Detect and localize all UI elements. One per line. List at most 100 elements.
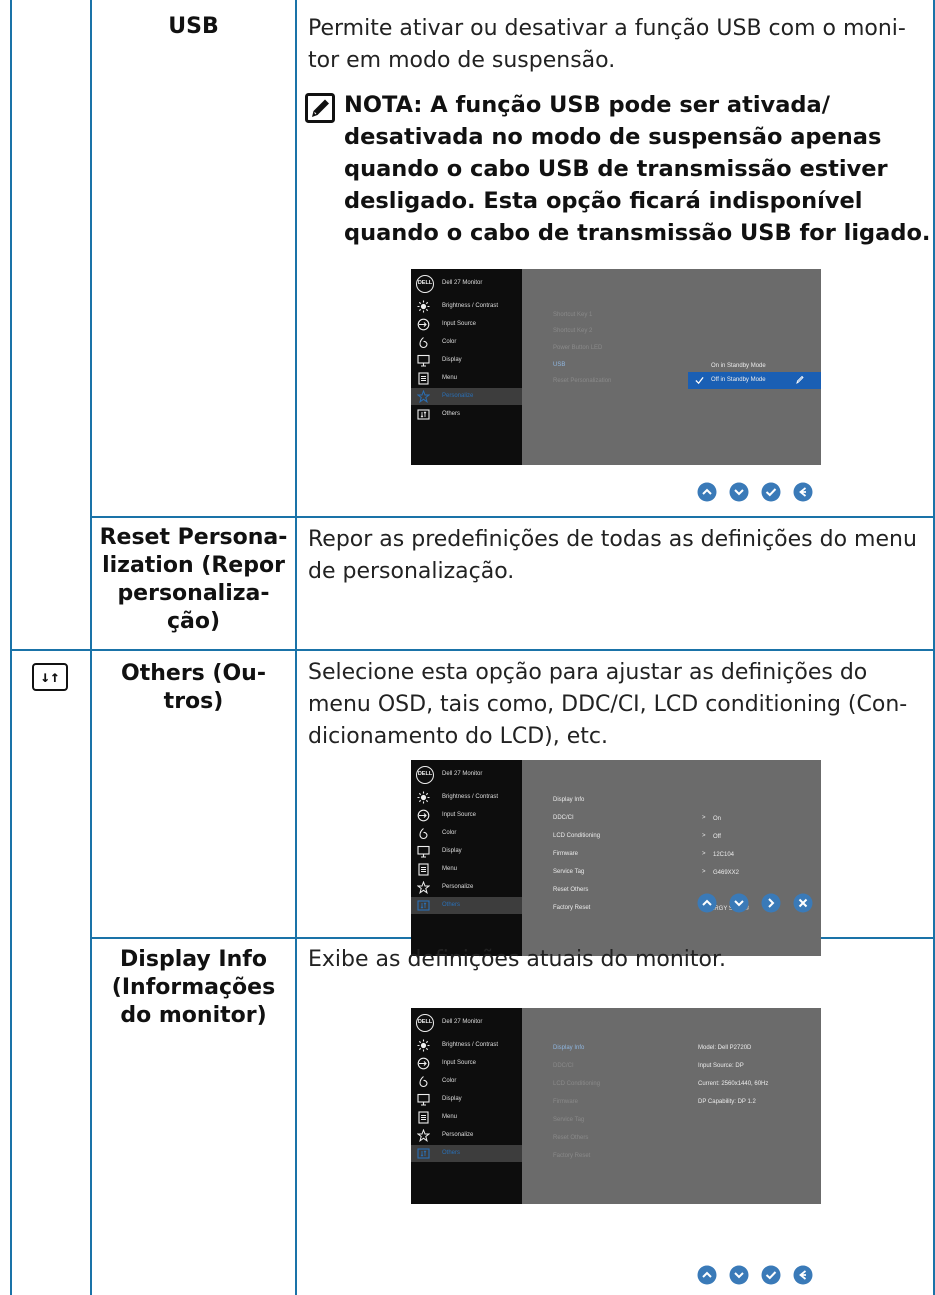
osd-title: Dell 27 Monitor (442, 771, 483, 777)
osd-info-value: Input Source: DP (698, 1063, 744, 1069)
desc-line: Permite ativar ou desativar a função USB… (308, 16, 906, 41)
row-description: Exibe as definições atuais do monitor. (308, 944, 928, 976)
dell-logo: DELL (416, 275, 434, 293)
chevron-right-icon: > (702, 815, 706, 821)
dell-logo: DELL (416, 766, 434, 784)
osd-option: Reset Others (553, 1135, 589, 1141)
osd-value: Off (713, 834, 721, 840)
osd-info-value: Current: 2560x1440, 60Hz (698, 1081, 769, 1087)
osd-menu-item: Menu (411, 370, 522, 387)
osd-option: Reset Personalization (553, 378, 612, 384)
osd-menu-item: Menu (411, 1109, 522, 1126)
osd-value-selected: Off in Standby Mode (711, 377, 766, 383)
menu-icon (418, 1111, 429, 1124)
osd-option-selected: USB (553, 362, 566, 368)
osd-menu-label: Color (442, 1078, 457, 1084)
osd-menu-label: Input Source (442, 812, 477, 818)
osd-info-value: DP Capability: DP 1.2 (698, 1099, 756, 1105)
osd-menu-label: Personalize (442, 884, 474, 890)
color-icon (419, 828, 428, 840)
osd-menu-item: Input Source (411, 316, 522, 333)
osd-value: On (713, 816, 722, 822)
row-divider (10, 649, 935, 651)
desc-line: de personalização. (308, 559, 515, 584)
input-source-icon (417, 1057, 430, 1070)
osd-menu-label: Others (442, 411, 461, 417)
osd-menu-item: Display (411, 1091, 522, 1108)
row-description: Selecione esta opção para ajustar as def… (308, 657, 928, 753)
row-label-reset-personalization: Reset Persona- lization (Repor personali… (92, 524, 295, 636)
right-icon (761, 893, 781, 913)
osd-menu-label: Others (442, 902, 461, 908)
desc-line: Exibe as definições atuais do monitor. (308, 947, 726, 972)
back-icon (793, 482, 813, 502)
osd-option: Factory Reset (553, 1153, 591, 1159)
label-line: ção) (166, 609, 221, 634)
others-icon (417, 409, 430, 420)
label-line: Others (Ou- (121, 661, 266, 686)
row-label-others: Others (Ou- tros) (92, 660, 295, 716)
input-source-icon (417, 318, 430, 331)
row-description: Repor as predefinições de todas as defin… (308, 524, 928, 588)
osd-menu-label: Display (442, 1096, 462, 1102)
osd-option: Firmware (553, 851, 578, 857)
color-icon (419, 337, 428, 349)
osd-menu-item: Brightness / Contrast (411, 1037, 522, 1054)
osd-option: Service Tag (553, 869, 585, 875)
osd-menu-item: Others (411, 406, 522, 423)
personalize-star-icon (417, 390, 430, 403)
osd-option: LCD Conditioning (553, 1081, 601, 1087)
pencil-icon (796, 375, 804, 384)
osd-menu-item: Input Source (411, 1055, 522, 1072)
osd-menu-label: Menu (442, 1114, 458, 1120)
color-icon (419, 1076, 428, 1088)
osd-menu-item: Color (411, 1073, 522, 1090)
note-line: NOTA: A função USB pode ser ativada/ (344, 92, 830, 118)
osd-option-selected: Display Info (553, 1045, 585, 1051)
row-divider (90, 516, 935, 518)
osd-menu-label: Brightness / Contrast (442, 303, 499, 309)
osd-nav-buttons (697, 893, 817, 913)
desc-line: menu OSD, tais como, DDC/CI, LCD conditi… (308, 692, 908, 717)
dell-logo: DELL (416, 1014, 434, 1032)
osd-menu-item: Brightness / Contrast (411, 298, 522, 315)
osd-option: Service Tag (553, 1117, 585, 1123)
row-label-usb: USB (168, 14, 219, 39)
osd-menu-label: Input Source (442, 1060, 477, 1066)
pencil-note-icon (305, 93, 335, 123)
osd-nav-buttons (697, 1265, 817, 1285)
up-icon (697, 1265, 717, 1285)
osd-title: Dell 27 Monitor (442, 280, 483, 286)
personalize-star-icon (417, 881, 430, 894)
usb-note: NOTA: A função USB pode ser ativada/ des… (344, 89, 934, 249)
desc-line: dicionamento do LCD), etc. (308, 724, 608, 749)
label-line: Display Info (120, 947, 267, 972)
chevron-right-icon: > (702, 869, 706, 875)
label-line: personaliza- (117, 581, 270, 606)
osd-menu-item: Personalize (411, 388, 522, 405)
osd-value: G469XX2 (713, 870, 740, 876)
desc-line: tor em modo de suspensão. (308, 48, 616, 73)
table-border-col2 (295, 0, 297, 1295)
chevron-right-icon: > (702, 833, 706, 839)
note-line: quando o cabo de transmissão USB for lig… (344, 220, 931, 246)
osd-menu-item: Input Source (411, 807, 522, 824)
osd-display-info-screenshot: DELL Dell 27 Monitor Brightness / Contra… (411, 1008, 821, 1204)
osd-info-value: Model: Dell P2720D (698, 1045, 752, 1051)
row-label-display-info: Display Info (Informações do monitor) (92, 946, 295, 1030)
osd-menu-item: Display (411, 352, 522, 369)
up-icon (697, 482, 717, 502)
label-line: (Informações (111, 975, 276, 1000)
down-icon (729, 1265, 749, 1285)
display-icon (417, 845, 430, 858)
osd-option: Firmware (553, 1099, 578, 1105)
check-icon (761, 482, 781, 502)
label-line: tros) (163, 689, 224, 714)
back-icon (793, 1265, 813, 1285)
close-icon (793, 893, 813, 913)
osd-bottom-panel (411, 1184, 522, 1204)
others-icon (417, 900, 430, 911)
input-source-icon (417, 809, 430, 822)
note-line: desligado. Esta opção ficará indisponíve… (344, 188, 863, 214)
osd-value: 12C104 (713, 852, 735, 858)
